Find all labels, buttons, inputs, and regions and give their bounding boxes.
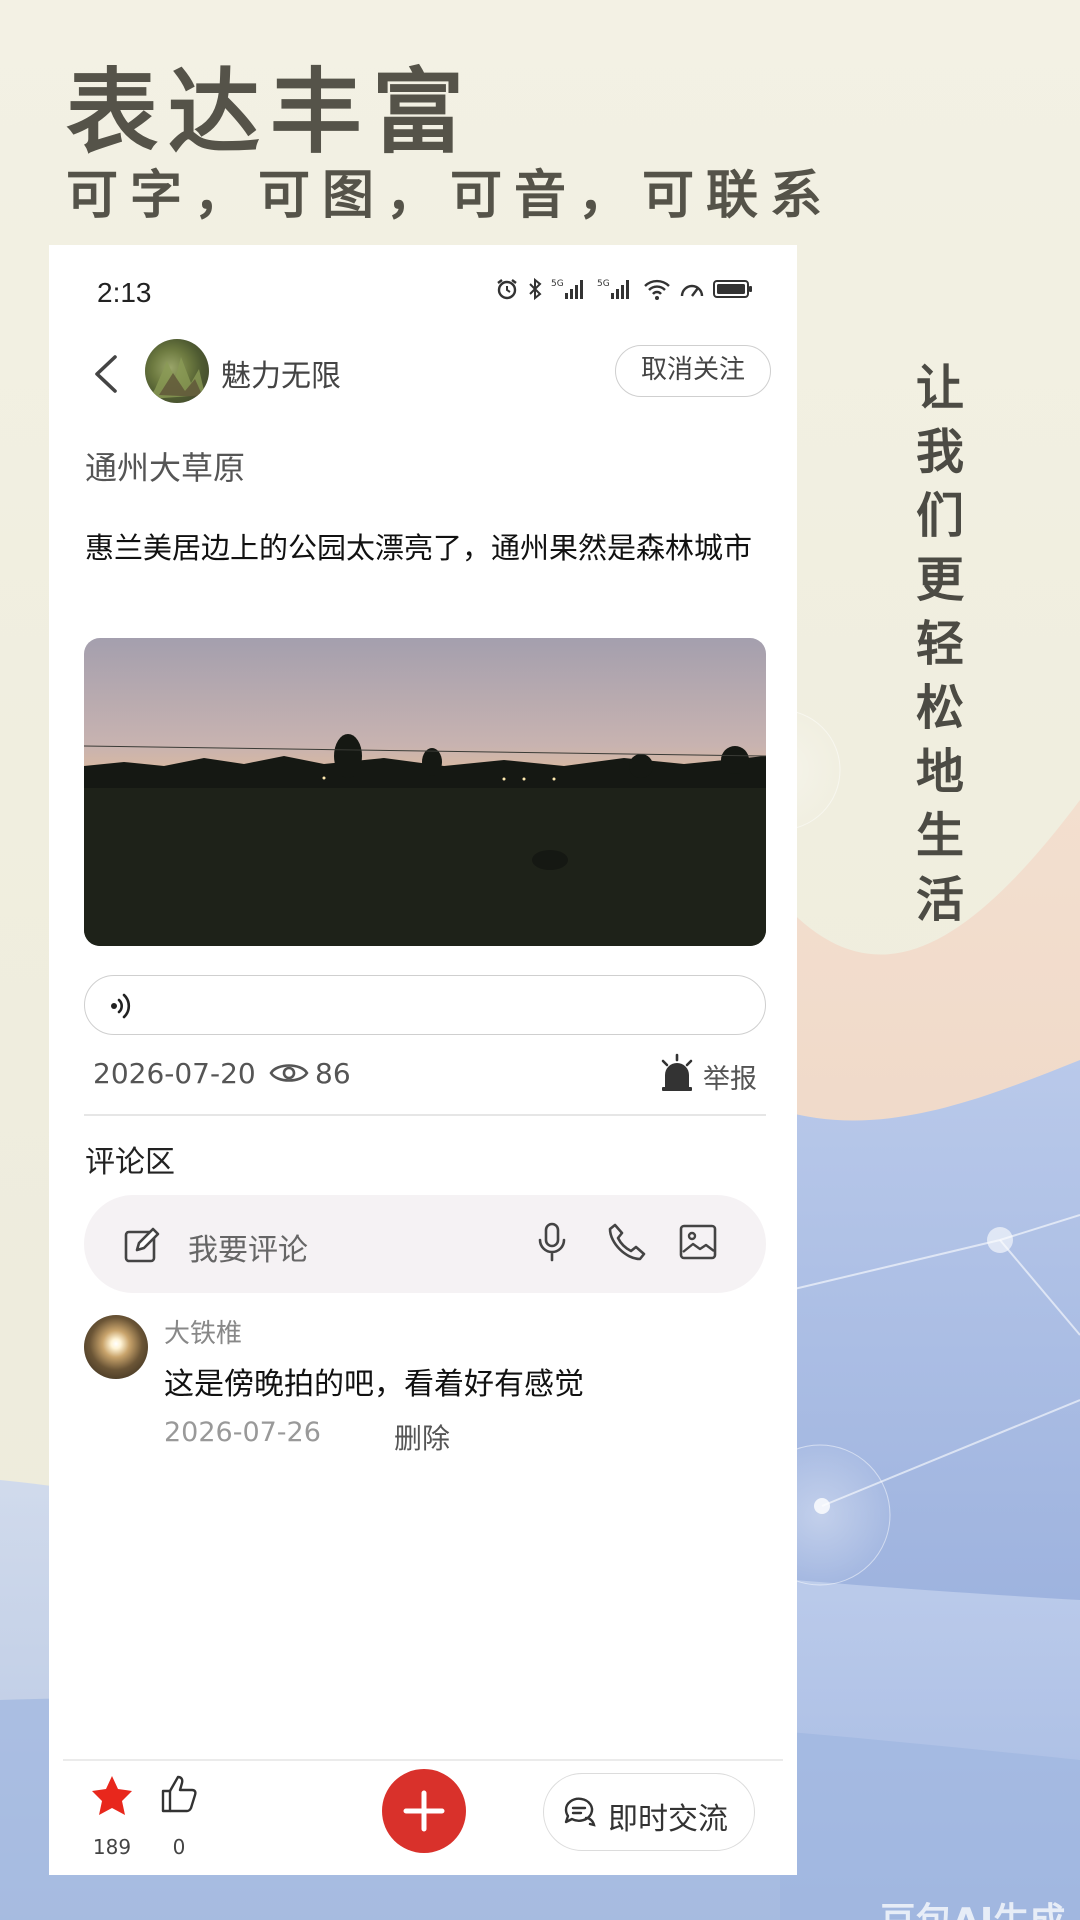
comment-text: 这是傍晚拍的吧，看着好有感觉 [164,1367,584,1402]
comment-input-placeholder[interactable]: 我要评论 [188,1225,308,1269]
microphone-icon[interactable] [536,1221,568,1263]
eye-icon [269,1064,309,1082]
phone-call-icon[interactable] [606,1221,648,1263]
unfollow-button[interactable]: 取消关注 [615,345,771,397]
watermark: 豆包AI生成 [880,1892,1065,1920]
view-count: 86 [315,1057,351,1090]
avatar-image [149,357,205,399]
post-body: 惠兰美居边上的公园太漂亮了，通州果然是森林城市 [85,531,753,565]
audio-wave-icon [111,993,131,1019]
battery-icon [713,277,753,305]
comment-date: 2026-07-26 [164,1417,321,1448]
author-name[interactable]: 魅力无限 [221,351,341,395]
voice-message-player[interactable] [84,975,766,1035]
divider [84,1114,766,1116]
thumbs-up-icon [161,1775,197,1813]
commenter-name[interactable]: 大铁椎 [164,1313,242,1350]
post-photo[interactable] [84,638,766,946]
chat-bubble-icon [564,1797,596,1827]
poster-subtitle: 可字，可图，可音，可联系 [66,165,835,226]
star-icon [92,1776,132,1815]
author-avatar[interactable] [145,339,209,403]
like-count: 0 [172,1835,186,1859]
signal-5g-icon: 5G [597,277,635,305]
sunset-photo [84,638,766,946]
post-date: 2026-07-20 [93,1057,256,1090]
svg-text:5G: 5G [597,279,610,289]
back-button[interactable] [87,351,127,397]
bottom-action-bar: 189 0 即时交流 [63,1759,783,1875]
poster-headline: 表达丰富 可字，可图，可音，可联系 [66,62,834,228]
commenter-avatar[interactable] [84,1315,148,1379]
wifi-icon [643,277,671,305]
favorite-count: 189 [92,1835,132,1859]
comment-item: 大铁椎 这是傍晚拍的吧，看着好有感觉 2026-07-26 删除 [84,1313,766,1463]
comment-input-bar[interactable]: 我要评论 [84,1195,766,1293]
vertical-slogan: 让我们更轻松地生活 [907,362,963,938]
poster-title: 表达丰富 [66,58,475,166]
add-button[interactable] [382,1769,466,1853]
plus-icon [403,1790,445,1832]
signal-5g-icon: 5G [551,277,589,305]
status-bar: 2:13 5G 5G [49,245,797,345]
edit-icon [124,1227,160,1263]
bluetooth-icon [527,277,543,305]
image-icon[interactable] [678,1223,718,1261]
delete-comment-button[interactable]: 删除 [394,1417,450,1457]
status-icons: 5G 5G [495,277,753,305]
instant-chat-label: 即时交流 [608,1802,728,1837]
siren-icon[interactable] [659,1053,695,1093]
phone-screen: 2:13 5G 5G 魅力无限 取消关注 通州大草原 惠兰美居边上的公园太漂亮了… [49,245,797,1875]
svg-text:5G: 5G [551,279,564,289]
post-meta: 2026-07-20 86 举报 [93,1053,761,1097]
like-button[interactable] [159,1773,199,1819]
post-title: 通州大草原 [85,449,246,487]
comment-section-heading: 评论区 [85,1145,175,1180]
alarm-icon [495,277,519,305]
speed-icon [679,277,705,305]
chevron-left-icon [95,355,117,393]
instant-chat-button[interactable]: 即时交流 [543,1773,755,1851]
report-button[interactable]: 举报 [703,1057,757,1096]
status-time: 2:13 [97,277,152,308]
favorite-button[interactable] [89,1773,135,1823]
